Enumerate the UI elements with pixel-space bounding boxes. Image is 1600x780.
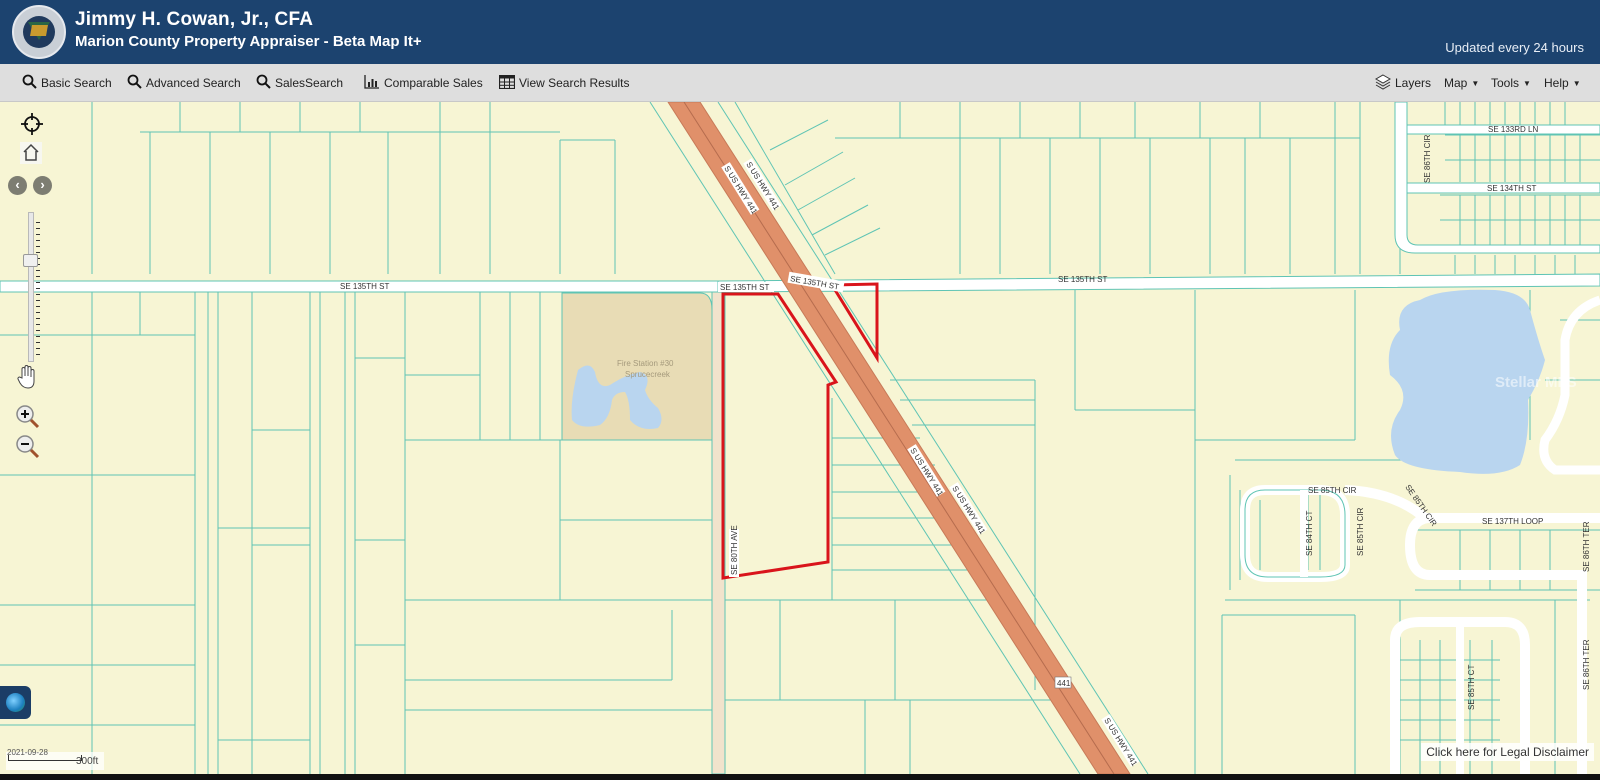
street-label: SE 133RD LN bbox=[1488, 125, 1538, 134]
zoom-slider[interactable] bbox=[28, 212, 34, 362]
zoom-in-icon bbox=[16, 405, 40, 429]
bar-chart-icon bbox=[364, 74, 380, 92]
help-menu-label: Help bbox=[1544, 76, 1569, 90]
basic-search-label: Basic Search bbox=[41, 76, 112, 90]
street-label: SE 80TH AVE bbox=[730, 525, 739, 575]
street-label: SE 86TH CIR bbox=[1423, 134, 1432, 183]
caret-down-icon: ▼ bbox=[1523, 78, 1531, 88]
stellar-mls-watermark: Stellar MLS bbox=[1495, 374, 1577, 391]
comparable-sales-label: Comparable Sales bbox=[384, 76, 483, 90]
caret-down-icon: ▼ bbox=[1572, 78, 1581, 88]
layers-icon bbox=[1374, 73, 1392, 93]
home-icon bbox=[23, 143, 39, 161]
next-extent-button[interactable]: › bbox=[33, 176, 52, 195]
basic-search-button[interactable]: Basic Search bbox=[22, 64, 112, 102]
sales-search-label: SalesSearch bbox=[275, 76, 344, 90]
search-icon bbox=[256, 74, 271, 92]
zoom-in-button[interactable] bbox=[15, 404, 41, 430]
home-extent-button[interactable] bbox=[20, 142, 42, 164]
advanced-search-label: Advanced Search bbox=[146, 76, 241, 90]
sales-search-button[interactable]: SalesSearch bbox=[256, 64, 343, 102]
view-search-results-button[interactable]: View Search Results bbox=[498, 64, 630, 102]
table-icon bbox=[498, 74, 516, 92]
update-frequency-note: Updated every 24 hours bbox=[1445, 40, 1584, 55]
poi-name: Fire Station #30 bbox=[617, 359, 674, 368]
map-canvas[interactable]: SE 135TH ST SE 135TH ST SE 135TH ST SE 1… bbox=[0, 102, 1600, 774]
street-label: SE 85TH CIR bbox=[1356, 507, 1365, 556]
previous-extent-button[interactable]: ‹ bbox=[8, 176, 27, 195]
tools-menu-label: Tools bbox=[1491, 76, 1520, 90]
road-se-135th-st-east bbox=[717, 273, 1600, 293]
bottom-edge bbox=[0, 774, 1600, 780]
view-search-results-label: View Search Results bbox=[519, 76, 630, 90]
poi-subname: Sprucecreek bbox=[625, 370, 671, 379]
street-label: SE 85TH CIR bbox=[1308, 486, 1357, 495]
property-appraiser-seal-logo bbox=[12, 5, 66, 59]
legal-disclaimer-link[interactable]: Click here for Legal Disclaimer bbox=[1421, 743, 1594, 761]
caret-down-icon: ▼ bbox=[1471, 78, 1480, 88]
comparable-sales-button[interactable]: Comparable Sales bbox=[364, 64, 483, 102]
zoom-slider-ticks bbox=[36, 222, 40, 360]
street-label: SE 134TH ST bbox=[1487, 184, 1536, 193]
crosshair-icon bbox=[21, 113, 43, 135]
help-menu-dropdown[interactable]: Help ▼ bbox=[1544, 64, 1581, 102]
zoom-out-button[interactable] bbox=[15, 434, 41, 460]
globe-icon bbox=[6, 693, 25, 712]
zoom-out-icon bbox=[16, 435, 40, 459]
street-label: SE 84TH CT bbox=[1305, 511, 1314, 556]
layers-button[interactable]: Layers bbox=[1374, 64, 1432, 102]
parcel-lines bbox=[0, 102, 1600, 774]
app-subtitle: Marion County Property Appraiser - Beta … bbox=[75, 33, 422, 50]
advanced-search-button[interactable]: Advanced Search bbox=[127, 64, 241, 102]
date-stamp: 2021-09-28 bbox=[7, 748, 48, 757]
scale-label: 300ft bbox=[76, 756, 99, 767]
zoom-slider-thumb[interactable] bbox=[23, 254, 38, 267]
map-layer: SE 135TH ST SE 135TH ST SE 135TH ST SE 1… bbox=[0, 102, 1600, 774]
street-label: SE 135TH ST bbox=[1058, 275, 1107, 284]
main-toolbar: Basic Search Advanced Search SalesSearch… bbox=[0, 64, 1600, 102]
street-label: SE 85TH CT bbox=[1467, 665, 1476, 710]
map-menu-dropdown[interactable]: Map ▼ bbox=[1444, 64, 1479, 102]
tools-menu-dropdown[interactable]: Tools ▼ bbox=[1491, 64, 1531, 102]
basemap-gallery-button[interactable] bbox=[0, 686, 31, 719]
app-header: Jimmy H. Cowan, Jr., CFA Marion County P… bbox=[0, 0, 1600, 64]
search-icon bbox=[22, 74, 37, 92]
highway-shield: 441 bbox=[1057, 679, 1071, 688]
street-label: SE 137TH LOOP bbox=[1482, 517, 1543, 526]
street-label: SE 86TH TER bbox=[1582, 639, 1591, 690]
appraiser-name: Jimmy H. Cowan, Jr., CFA bbox=[75, 9, 314, 30]
search-icon bbox=[127, 74, 142, 92]
street-label: SE 135TH ST bbox=[340, 282, 389, 291]
hand-icon bbox=[17, 365, 35, 389]
street-label: SE 135TH ST bbox=[720, 283, 769, 292]
layers-label: Layers bbox=[1395, 76, 1432, 90]
street-label: SE 86TH TER bbox=[1582, 521, 1591, 572]
map-menu-label: Map bbox=[1444, 76, 1468, 90]
